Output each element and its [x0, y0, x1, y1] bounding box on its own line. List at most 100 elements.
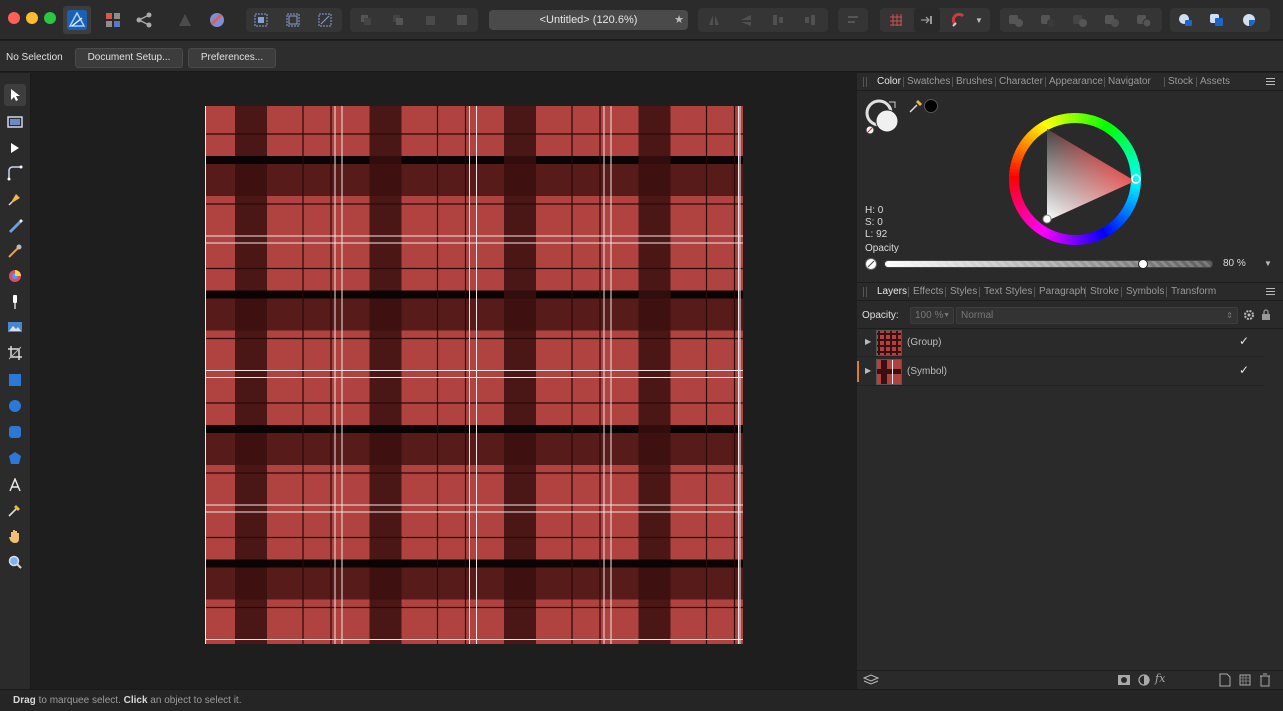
- zoom-tool-icon[interactable]: [4, 551, 26, 573]
- rectangle-tool-icon[interactable]: [4, 369, 26, 391]
- layer-opacity-field[interactable]: 100 % ▼: [910, 307, 954, 324]
- preferences-button[interactable]: Preferences...: [188, 48, 276, 68]
- intersect-shape-icon[interactable]: [1236, 8, 1262, 32]
- hand-tool-icon[interactable]: [4, 525, 26, 547]
- move-backward-icon[interactable]: [449, 8, 475, 32]
- panel-menu-icon[interactable]: [1266, 78, 1275, 85]
- move-back-icon[interactable]: [353, 8, 379, 32]
- layers-stack-icon[interactable]: [862, 674, 880, 689]
- layer-visibility-checkbox[interactable]: ✓: [1239, 334, 1249, 348]
- polygon-tool-icon[interactable]: [4, 447, 26, 469]
- snap-arrow-icon[interactable]: [914, 8, 940, 32]
- corner-tool-icon[interactable]: [4, 162, 26, 184]
- transparency-tool-icon[interactable]: [4, 291, 26, 313]
- expand-layer-triangle-icon[interactable]: ▶: [865, 337, 871, 346]
- move-front-icon[interactable]: [385, 8, 411, 32]
- window-maximize-button[interactable]: [44, 12, 56, 24]
- layer-row-symbol[interactable]: ▶ (Symbol) ✓: [857, 357, 1265, 386]
- layers-panel-grip-icon[interactable]: [863, 287, 867, 297]
- layer-row-group[interactable]: ▶ (Group) ✓: [857, 328, 1265, 357]
- expand-layer-triangle-icon[interactable]: ▶: [865, 366, 871, 375]
- share-icon[interactable]: [131, 8, 157, 32]
- add-shape-icon[interactable]: [1172, 8, 1198, 32]
- boolean-intersect-icon[interactable]: [1067, 8, 1093, 32]
- tab-stock[interactable]: Stock: [1168, 76, 1193, 87]
- snapping-magnet-icon[interactable]: [946, 8, 972, 32]
- panel-grip-icon[interactable]: [863, 77, 867, 87]
- vector-brush-tool-icon[interactable]: [4, 240, 26, 262]
- layer-lock-icon[interactable]: [1261, 308, 1271, 321]
- add-group-icon[interactable]: [1239, 673, 1251, 690]
- align-center-icon[interactable]: [280, 8, 306, 32]
- transform-origin-icon[interactable]: [312, 8, 338, 32]
- artboard-tool-icon[interactable]: [4, 111, 26, 133]
- tab-appearance[interactable]: Appearance: [1049, 76, 1103, 87]
- document-setup-button[interactable]: Document Setup...: [75, 48, 183, 68]
- layer-visibility-checkbox[interactable]: ✓: [1239, 363, 1249, 377]
- fill-stroke-swatch[interactable]: [865, 99, 901, 135]
- tab-stroke[interactable]: Stroke: [1090, 286, 1119, 297]
- color-picker-tool-icon[interactable]: [4, 499, 26, 521]
- text-tool-icon[interactable]: [4, 474, 26, 496]
- snapping-dropdown-chevron-icon[interactable]: ▼: [972, 8, 986, 32]
- tab-color[interactable]: Color: [877, 76, 901, 87]
- tab-transform[interactable]: Transform: [1171, 286, 1216, 297]
- tab-navigator[interactable]: Navigator: [1108, 76, 1151, 87]
- pixel-persona-icon[interactable]: [172, 8, 198, 32]
- tab-character[interactable]: Character: [999, 76, 1043, 87]
- tab-effects[interactable]: Effects: [913, 286, 943, 297]
- rotate-right-icon[interactable]: [797, 8, 823, 32]
- favorite-star-icon[interactable]: ★: [674, 10, 684, 30]
- boolean-xor-icon[interactable]: [1099, 8, 1125, 32]
- grid-icon[interactable]: [883, 8, 909, 32]
- boolean-divide-icon[interactable]: [1131, 8, 1157, 32]
- black-swatch[interactable]: [924, 99, 938, 113]
- place-image-tool-icon[interactable]: [4, 316, 26, 338]
- color-wheel[interactable]: [1005, 109, 1145, 249]
- tab-layers[interactable]: Layers: [877, 286, 907, 297]
- document-title[interactable]: <Untitled> (120.6%) ★: [489, 10, 688, 30]
- layers-panel-menu-icon[interactable]: [1266, 288, 1275, 295]
- opacity-dropdown-chevron-icon[interactable]: ▼: [1261, 255, 1275, 272]
- tab-paragraph[interactable]: Paragraph: [1039, 286, 1086, 297]
- window-close-button[interactable]: [8, 12, 20, 24]
- flip-horizontal-icon[interactable]: [701, 8, 727, 32]
- opacity-slider[interactable]: [884, 260, 1213, 268]
- node-tool-icon[interactable]: [4, 137, 26, 159]
- pencil-tool-icon[interactable]: [4, 214, 26, 236]
- rounded-rectangle-tool-icon[interactable]: [4, 421, 26, 443]
- layer-settings-gear-icon[interactable]: [1243, 309, 1255, 321]
- opacity-value-field[interactable]: 80 %: [1217, 255, 1257, 272]
- tab-assets[interactable]: Assets: [1200, 76, 1230, 87]
- window-minimize-button[interactable]: [26, 12, 38, 24]
- pen-tool-icon[interactable]: [4, 188, 26, 210]
- move-tool-icon[interactable]: [4, 84, 26, 106]
- no-opacity-icon[interactable]: [865, 258, 877, 270]
- adjustment-layer-icon[interactable]: [1137, 673, 1151, 690]
- fill-tool-icon[interactable]: [4, 265, 26, 287]
- fx-icon[interactable]: fx: [1155, 672, 1165, 685]
- delete-layer-icon[interactable]: [1259, 673, 1271, 690]
- add-pixel-layer-icon[interactable]: [1219, 673, 1231, 690]
- move-forward-icon[interactable]: [417, 8, 443, 32]
- mask-layer-icon[interactable]: [1117, 674, 1131, 689]
- align-icon[interactable]: [840, 8, 866, 32]
- affinity-designer-icon[interactable]: [63, 6, 91, 34]
- rotate-left-icon[interactable]: [765, 8, 791, 32]
- ellipse-tool-icon[interactable]: [4, 395, 26, 417]
- blend-mode-select[interactable]: Normal ⇕: [956, 307, 1238, 324]
- tab-brushes[interactable]: Brushes: [956, 76, 993, 87]
- align-left-icon[interactable]: [248, 8, 274, 32]
- flip-vertical-icon[interactable]: [733, 8, 759, 32]
- boolean-subtract-icon[interactable]: [1035, 8, 1061, 32]
- subtract-shape-icon[interactable]: [1204, 8, 1230, 32]
- designer-persona-icon[interactable]: [100, 8, 126, 32]
- tab-text-styles[interactable]: Text Styles: [984, 286, 1032, 297]
- crop-tool-icon[interactable]: [4, 342, 26, 364]
- export-persona-icon[interactable]: [204, 8, 230, 32]
- tab-styles[interactable]: Styles: [950, 286, 977, 297]
- tab-swatches[interactable]: Swatches: [907, 76, 950, 87]
- eyedropper-icon[interactable]: [908, 98, 924, 114]
- tab-symbols[interactable]: Symbols: [1126, 286, 1164, 297]
- plaid-artboard[interactable]: [205, 106, 746, 647]
